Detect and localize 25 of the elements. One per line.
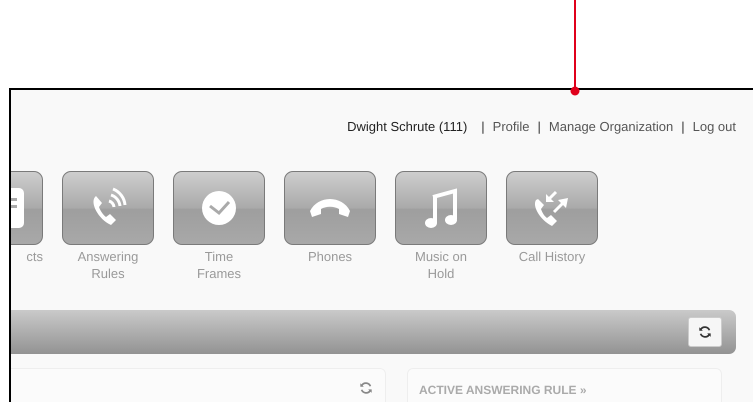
refresh-icon [698,324,712,338]
app-tile[interactable] [173,170,265,244]
tile-label: Call History [518,248,586,264]
tile-label: cts [26,248,43,264]
nav-link[interactable]: Manage Organization [548,117,674,136]
separator: | [680,118,686,136]
app-tile[interactable] [62,170,154,244]
phone-handset-icon [308,196,352,218]
refresh-button[interactable] [688,316,722,346]
tile-label: Answering Rules [76,248,140,282]
app-tile[interactable] [284,170,376,244]
tile-label: Music on Hold [414,248,468,282]
app-tile[interactable] [506,170,598,244]
nav-link[interactable]: Profile [492,117,530,136]
app-tile[interactable] [11,170,43,244]
tile-label: Time Frames [196,248,242,282]
nav-link[interactable]: Log out [692,117,736,136]
user-name: Dwight Schrute (111) [346,118,468,136]
separator: | [536,118,542,136]
app-tile[interactable] [395,170,487,244]
tile-label: Phones [308,248,352,264]
separator: | [480,118,486,136]
clock-icon [201,190,237,226]
refresh-icon[interactable] [359,380,373,394]
music-note-icon [424,186,458,228]
